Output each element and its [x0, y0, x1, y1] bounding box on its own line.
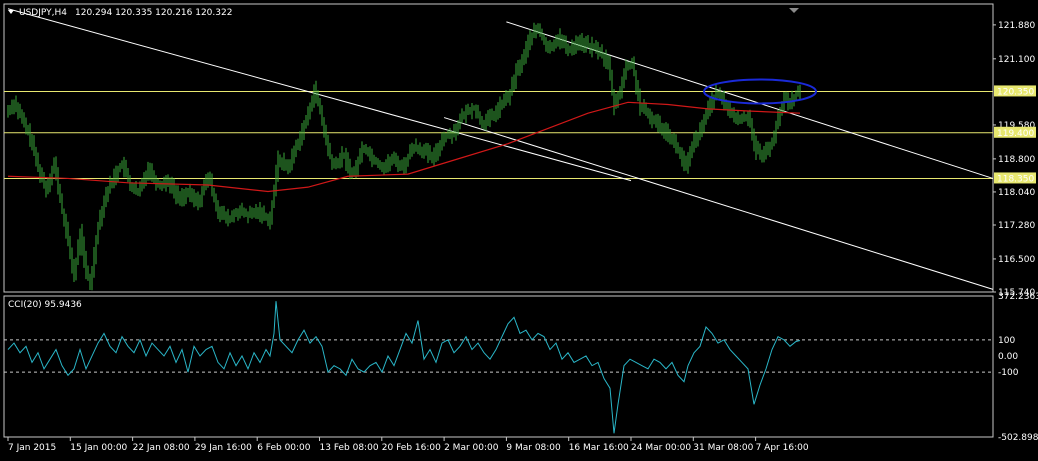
price-tick-label: 121.100 [998, 55, 1035, 65]
time-tick-label: 29 Jan 16:00 [195, 443, 252, 453]
symbol-label: USDJPY,H4 [19, 8, 67, 18]
time-tick-label: 16 Mar 16:00 [569, 443, 629, 453]
time-tick-label: 31 Mar 08:00 [693, 443, 753, 453]
time-tick-label: 13 Feb 08:00 [320, 443, 379, 453]
cci-panel-border [3, 295, 994, 438]
time-tick-label: 15 Jan 00:00 [70, 443, 127, 453]
chart-canvas: 121.880121.100120.350119.580119.400118.8… [3, 3, 1038, 453]
price-tick-label: 119.400 [997, 129, 1034, 139]
cci-tick-label: -502.8983 [998, 433, 1038, 443]
axes: 121.880121.100120.350119.580119.400118.8… [7, 21, 1038, 453]
cci-title: CCI(20) 95.9436 [8, 300, 82, 310]
cci-tick-label: -100 [998, 368, 1019, 378]
cci-tick-label: 0.00 [998, 352, 1018, 362]
ohlc-readout: 120.294 120.335 120.216 120.322 [75, 8, 232, 18]
price-tick-label: 118.350 [997, 174, 1034, 184]
cci-line [7, 301, 801, 434]
time-tick-label: 7 Apr 16:00 [756, 443, 809, 453]
price-tick-label: 118.040 [998, 188, 1035, 198]
price-tick-label: 117.280 [998, 221, 1035, 231]
trendline-0 [7, 8, 632, 182]
time-tick-label: 22 Jan 08:00 [133, 443, 190, 453]
cci-tick-label: 100 [998, 336, 1015, 346]
price-tick-label: 121.880 [998, 21, 1035, 31]
scroll-marker-icon[interactable] [789, 8, 799, 13]
time-tick-label: 2 Mar 00:00 [444, 443, 499, 453]
time-tick-label: 20 Feb 16:00 [382, 443, 441, 453]
trendline-1 [506, 21, 994, 179]
price-tick-label: 120.350 [997, 87, 1034, 97]
price-tick-label: 118.800 [998, 155, 1035, 165]
price-panel-border [3, 3, 994, 293]
time-tick-label: 6 Feb 00:00 [257, 443, 311, 453]
cci-tick-label: 372.2363 [998, 292, 1038, 302]
time-tick-label: 7 Jan 2015 [8, 443, 56, 453]
time-tick-label: 9 Mar 08:00 [506, 443, 561, 453]
cci-plot [4, 301, 993, 434]
time-tick-label: 24 Mar 00:00 [631, 443, 691, 453]
price-tick-label: 116.500 [998, 255, 1035, 265]
trading-chart: 121.880 121.100 120.350 119.580 119.400 118.8… [0, 0, 1038, 457]
price-plot [4, 8, 994, 291]
triangle-down-icon[interactable] [8, 10, 14, 14]
trendline-2 [443, 117, 994, 290]
